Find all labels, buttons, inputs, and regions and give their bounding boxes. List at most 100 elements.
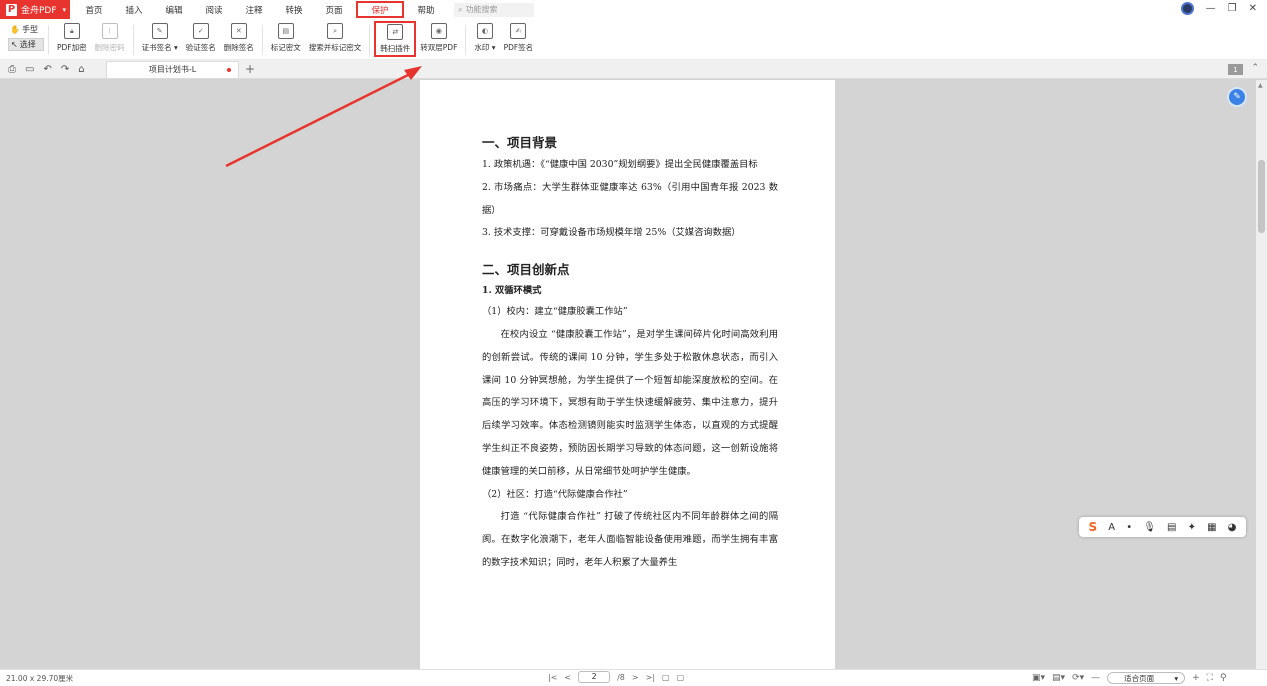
select-tool-button[interactable]: ↖ 选择 xyxy=(8,38,44,51)
paragraph: （2）社区：打造“代际健康合作社” xyxy=(482,488,628,500)
tab-page[interactable]: 页面 xyxy=(314,0,354,19)
fit-page-icon[interactable]: ▢ xyxy=(662,673,670,682)
prev-page-icon[interactable]: < xyxy=(564,673,571,682)
ribbon-divider xyxy=(132,25,134,55)
page-number-input[interactable]: 2 xyxy=(578,671,611,683)
chevron-down-icon: ▾ xyxy=(1174,673,1179,683)
tab-insert[interactable]: 插入 xyxy=(114,0,154,19)
ribbon-divider xyxy=(465,25,467,55)
scan-plugin-button[interactable]: ⇄ 韩扫插件 xyxy=(374,21,417,57)
redo-icon[interactable]: ↷ xyxy=(61,64,69,75)
minimize-icon[interactable]: — xyxy=(1206,3,1216,14)
delete-signature-button[interactable]: ✕ 删除签名 xyxy=(220,23,258,57)
paragraph: 3. 技术支撑：可穿戴设备市场规模年增 25%（艾媒咨询数据） xyxy=(482,227,741,239)
zoom-out-icon[interactable]: — xyxy=(1091,673,1100,683)
window-controls: — ❐ ✕ xyxy=(1180,2,1257,15)
tab-edit[interactable]: 编辑 xyxy=(154,0,194,19)
tab-read[interactable]: 阅读 xyxy=(194,0,234,19)
pdf-sign-button[interactable]: ✍ PDF签名 xyxy=(500,23,538,57)
unlock-shield-icon: ! xyxy=(101,23,118,39)
page-navigator: |< < 2 /8 > >| ▢ ▢ xyxy=(548,671,684,683)
watermark-button[interactable]: ◐ 水印 ▾ xyxy=(470,23,499,57)
mark-redaction-button[interactable]: ▤ 标记密文 xyxy=(267,23,305,57)
delete-signature-icon: ✕ xyxy=(230,23,247,39)
scroll-thumb[interactable] xyxy=(1258,160,1265,233)
mascot-icon[interactable]: ◕ xyxy=(1228,522,1237,533)
next-page-icon[interactable]: > xyxy=(632,673,639,682)
search-redaction-button[interactable]: ⌕ 搜索并标记密文 xyxy=(305,23,366,57)
chevron-up-icon[interactable]: ⌃ xyxy=(1251,63,1259,73)
pin-icon[interactable]: ⚲ xyxy=(1220,673,1227,683)
ime-toolbar: S A • 🎙︎ ▤ ✦ ▦ ◕ xyxy=(1079,517,1246,537)
double-layer-pdf-icon: ◉ xyxy=(430,23,447,39)
document-tab[interactable]: 项目计划书-L xyxy=(106,60,239,78)
last-page-icon[interactable]: >| xyxy=(646,673,655,682)
restore-icon[interactable]: ❐ xyxy=(1228,3,1237,14)
search-redaction-icon: ⌕ xyxy=(327,23,344,39)
page-count-badge: 1 xyxy=(1228,64,1243,75)
floating-edit-icon[interactable]: ✎ xyxy=(1227,87,1247,107)
print-icon[interactable]: ⎙ xyxy=(8,64,16,75)
ribbon-toolbar: ✋ 手型 ↖ 选择 🔒︎ PDF加密 ! 删除密码 ✎ 证书签名 ▾ ✓ 验证签… xyxy=(0,19,1267,60)
hand-tool-button[interactable]: ✋ 手型 xyxy=(8,23,44,36)
zoom-select[interactable]: 适合页面 ▾ xyxy=(1107,672,1186,684)
fit-width-icon[interactable]: ▢ xyxy=(677,673,685,682)
page-size-label: 21.00 x 29.70厘米 xyxy=(6,674,74,683)
punctuation-icon[interactable]: • xyxy=(1126,522,1132,533)
avatar[interactable] xyxy=(1180,2,1194,15)
ribbon-divider xyxy=(48,25,49,55)
watermark-icon: ◐ xyxy=(476,23,493,39)
search-icon: ⌕ xyxy=(458,4,463,14)
hand-tool-label: 手型 xyxy=(21,25,38,34)
app-name: 金舟PDF xyxy=(21,6,57,16)
two-page-icon[interactable]: ▤▾ xyxy=(1052,673,1065,683)
keyboard-icon[interactable]: ▤ xyxy=(1167,522,1176,533)
menu-bar: P 金舟PDF ▾ 首页 插入 编辑 阅读 注释 转换 页面 保护 帮助 ⌕ 功… xyxy=(0,0,1267,19)
mark-redaction-icon: ▤ xyxy=(277,23,294,39)
font-icon[interactable]: A xyxy=(1108,522,1115,533)
save-icon[interactable]: ▭ xyxy=(25,64,34,75)
add-tab-icon[interactable]: + xyxy=(245,62,255,76)
home-icon[interactable]: ⌂ xyxy=(78,64,84,75)
first-page-icon[interactable]: |< xyxy=(548,673,557,682)
unsaved-dot xyxy=(227,67,231,72)
tab-help[interactable]: 帮助 xyxy=(406,0,446,19)
single-page-icon[interactable]: ▣▾ xyxy=(1032,673,1045,683)
certificate-sign-button[interactable]: ✎ 证书签名 ▾ xyxy=(138,23,182,57)
pdf-sign-icon: ✍ xyxy=(510,23,527,39)
close-icon[interactable]: ✕ xyxy=(1249,3,1257,14)
zoom-value: 适合页面 xyxy=(1124,673,1155,683)
tab-home[interactable]: 首页 xyxy=(74,0,114,19)
undo-icon[interactable]: ↶ xyxy=(43,64,51,75)
pdf-encrypt-button[interactable]: 🔒︎ PDF加密 xyxy=(53,23,91,57)
document-viewport[interactable]: 一、项目背景 1. 政策机遇：《“健康中国 2030”规划纲要》提出全民健康覆盖… xyxy=(0,80,1256,669)
tab-annotate[interactable]: 注释 xyxy=(234,0,274,19)
verify-signature-icon: ✓ xyxy=(192,23,209,39)
vertical-scrollbar[interactable]: ▲ xyxy=(1256,80,1267,669)
status-bar: 21.00 x 29.70厘米 |< < 2 /8 > >| ▢ ▢ ▣▾ ▤▾… xyxy=(0,669,1267,686)
grid-icon[interactable]: ▦ xyxy=(1207,522,1216,533)
feature-search-input[interactable]: ⌕ 功能搜索 xyxy=(454,2,534,17)
subsection-heading: 1. 双循环模式 xyxy=(482,285,542,297)
paragraph: （1）校内：建立“健康胶囊工作站” xyxy=(482,306,628,318)
double-layer-pdf-button[interactable]: ◉ 转双层PDF xyxy=(416,23,461,57)
delete-password-button[interactable]: ! 删除密码 xyxy=(91,23,129,57)
sogou-logo-icon[interactable]: S xyxy=(1089,520,1098,534)
page-content: 一、项目背景 1. 政策机遇：《“健康中国 2030”规划纲要》提出全民健康覆盖… xyxy=(482,132,778,575)
paragraph: 2. 市场痛点：大学生群体亚健康率达 63%（引用中国青年报 2023 数据） xyxy=(482,181,778,216)
verify-signature-button[interactable]: ✓ 验证签名 xyxy=(182,23,220,57)
tab-convert[interactable]: 转换 xyxy=(274,0,314,19)
paragraph: 打造 “代际健康合作社” 打破了传统社区内不同年龄群体之间的隔阂。在数字化浪潮下… xyxy=(482,511,778,568)
scroll-up-icon[interactable]: ▲ xyxy=(1258,82,1263,89)
rotate-icon[interactable]: ⟳▾ xyxy=(1072,673,1084,683)
quick-access-toolbar: ⎙ ▭ ↶ ↷ ⌂ xyxy=(0,64,104,75)
skin-icon[interactable]: ✦ xyxy=(1188,522,1196,533)
total-pages-label: /8 xyxy=(617,672,625,682)
tab-protect[interactable]: 保护 xyxy=(356,1,404,18)
delete-signature-label: 删除签名 xyxy=(223,43,254,52)
fullscreen-icon[interactable]: ⛶ xyxy=(1207,673,1213,683)
zoom-in-icon[interactable]: + xyxy=(1192,673,1200,683)
app-menu-button[interactable]: P 金舟PDF ▾ xyxy=(0,0,70,19)
ribbon-divider xyxy=(369,25,371,55)
microphone-icon[interactable]: 🎙︎ xyxy=(1143,522,1156,533)
